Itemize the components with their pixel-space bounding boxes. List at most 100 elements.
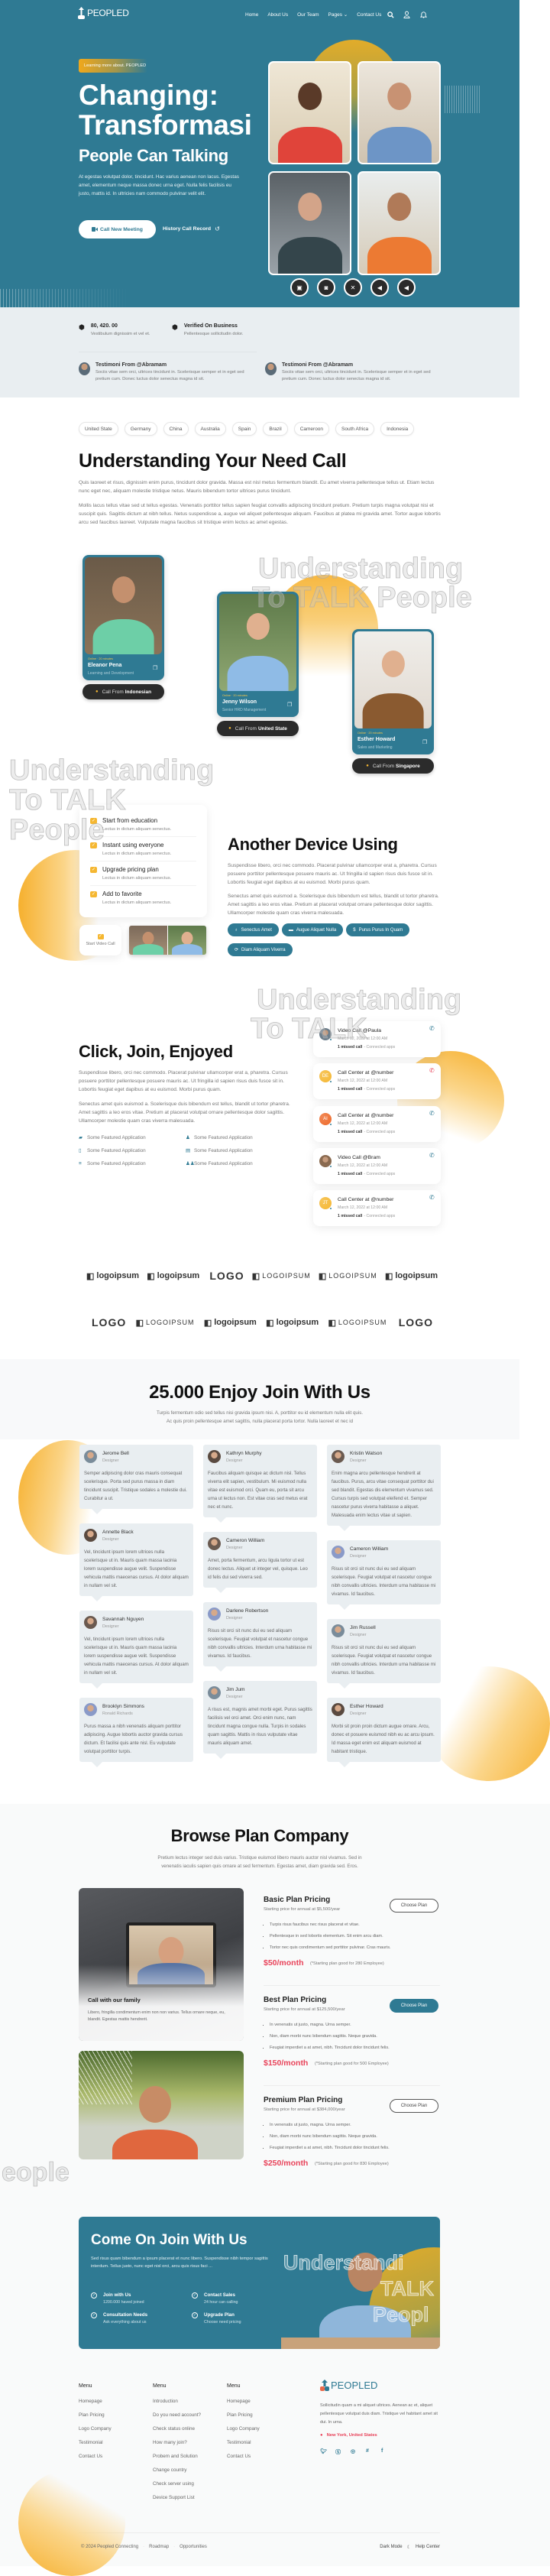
volume-button[interactable]: ◀ xyxy=(370,278,389,297)
call-from-pill[interactable]: ● Call From Singapore xyxy=(352,758,434,774)
roadmap-link[interactable]: Roadmap xyxy=(149,2545,169,2549)
country-chip[interactable]: Australia xyxy=(194,422,226,436)
country-chip[interactable]: Brazil xyxy=(263,422,288,436)
camera-button[interactable]: ◙ xyxy=(317,278,335,297)
footer-link[interactable]: Contact Us xyxy=(227,2454,301,2459)
start-video-call-button[interactable]: ✓ Start Video Call xyxy=(79,925,121,955)
footer-link[interactable]: Introduction xyxy=(153,2399,227,2404)
phone-icon[interactable]: ✆ xyxy=(429,1110,435,1117)
choose-plan-button[interactable]: Choose Plan xyxy=(390,2099,438,2113)
phone-icon[interactable]: ✆ xyxy=(429,1025,435,1032)
logo-mark-icon: ◧ xyxy=(135,1318,144,1328)
microphone-icon: ● xyxy=(95,689,99,694)
country-chip[interactable]: South Africa xyxy=(335,422,375,436)
nav-our-team[interactable]: Our Team xyxy=(297,12,319,18)
profile-card[interactable]: Online · 20 minutes Jenny Wilson Senior HR… xyxy=(217,592,299,717)
bell-icon[interactable] xyxy=(420,11,428,18)
call-history-card[interactable]: Video Call @Paula March 12, 2022 at 12:00… xyxy=(313,1021,441,1057)
video-participant-1[interactable] xyxy=(268,61,351,164)
profile-card[interactable]: Online · 20 minutes Esther Howard Sales an… xyxy=(352,629,434,754)
footer-link[interactable]: Testimonial xyxy=(79,2440,153,2445)
call-from-pill[interactable]: ● Call From Indonesian xyxy=(82,684,164,699)
profile-card[interactable]: Online · 20 minutes Eleanor Pena Learning … xyxy=(82,555,164,680)
copy-icon[interactable]: ❐ xyxy=(422,739,427,745)
country-chip[interactable]: Cameroon xyxy=(293,422,330,436)
instagram-icon[interactable]: ◎ xyxy=(351,2448,356,2456)
volume-mute-button[interactable]: ◀ xyxy=(397,278,416,297)
device-tag-button[interactable]: ⟳ Diam Aliquam Viverra xyxy=(228,943,293,956)
help-center-link[interactable]: Help Center xyxy=(416,2545,440,2550)
plan-image-hammock[interactable] xyxy=(79,2051,244,2159)
user-icon[interactable] xyxy=(403,11,410,18)
footer-link[interactable]: Homepage xyxy=(227,2399,301,2404)
footer-link[interactable]: Do you need account? xyxy=(153,2412,227,2418)
opportunities-link[interactable]: Opportunities xyxy=(180,2545,207,2549)
call-history-card[interactable]: DE Call Center at @number March 12, 2022 a… xyxy=(313,1063,441,1099)
mute-mic-button[interactable]: ✕ xyxy=(344,278,362,297)
device-tag-button[interactable]: $ Purus Purus In Quam xyxy=(346,923,410,936)
video-participant-3[interactable] xyxy=(268,171,351,275)
footer-location[interactable]: ● New York, United States xyxy=(320,2433,377,2438)
logo-mark-icon: ◧ xyxy=(384,1271,393,1281)
device-tag-button[interactable]: ♁ Senectus Amet xyxy=(228,923,279,936)
country-chip[interactable]: United State xyxy=(79,422,118,436)
stats-band xyxy=(0,307,519,397)
plan-image-family-call[interactable]: Call with our family Libero, fringilla c… xyxy=(79,1888,244,2041)
footer-link[interactable]: Logo Company xyxy=(227,2426,301,2432)
history-call-record-link[interactable]: History Call Record ↺ xyxy=(163,225,220,232)
nav-home[interactable]: Home xyxy=(245,12,258,18)
footer-link[interactable]: Plan Pricing xyxy=(227,2412,301,2418)
footer-link[interactable]: Testimonial xyxy=(227,2440,301,2445)
footer-link[interactable]: Change country xyxy=(153,2467,227,2473)
nav-contact-us[interactable]: Contact Us xyxy=(357,12,381,18)
cta-title: Come On Join With Us xyxy=(91,2232,247,2248)
footer-link[interactable]: Check status online xyxy=(153,2426,227,2432)
footer-link[interactable]: Probem and Solution xyxy=(153,2454,227,2459)
phone-icon[interactable]: ✆ xyxy=(429,1152,435,1159)
search-icon[interactable] xyxy=(387,11,394,18)
phone-icon[interactable]: ✆ xyxy=(429,1194,435,1201)
stat-value: Verified On Business xyxy=(183,323,238,329)
brand-logo[interactable]: PEOPLED xyxy=(78,7,129,19)
nav-pages[interactable]: Pages ⌄ xyxy=(328,11,348,18)
video-participant-4[interactable] xyxy=(358,171,441,275)
phone-icon[interactable]: ✆ xyxy=(429,1067,435,1074)
footer-link[interactable]: Contact Us xyxy=(79,2454,153,2459)
copy-icon[interactable]: ❐ xyxy=(153,665,157,671)
twitter-icon[interactable]: 🐦︎ xyxy=(320,2448,327,2456)
footer-link[interactable]: How many join? xyxy=(153,2440,227,2445)
avatar xyxy=(208,1608,221,1621)
bottle-icon: ♁ xyxy=(235,927,238,933)
author-name: Brooklyn Simmons xyxy=(102,1703,144,1709)
nav-about-us[interactable]: About Us xyxy=(267,12,288,18)
footer-link[interactable]: Device Support List xyxy=(153,2495,227,2500)
testimonial-header: Jim Russell Designer xyxy=(332,1624,436,1637)
country-chip[interactable]: Spain xyxy=(231,422,257,436)
footer-brand[interactable]: PEOPLED xyxy=(320,2380,377,2391)
skype-icon[interactable]: Ⓢ xyxy=(335,2448,341,2456)
footer-link[interactable]: Logo Company xyxy=(79,2426,153,2432)
country-chip[interactable]: Indonesia xyxy=(380,422,415,436)
country-chip[interactable]: China xyxy=(163,422,189,436)
call-new-meeting-button[interactable]: Call New Meeting xyxy=(79,220,156,238)
video-participant-2[interactable] xyxy=(358,61,441,164)
image-button[interactable]: ▣ xyxy=(290,278,309,297)
slack-icon[interactable]: # xyxy=(366,2448,371,2456)
facebook-icon[interactable]: f xyxy=(381,2448,387,2456)
footer-link[interactable]: Check server using xyxy=(153,2481,227,2487)
copy-icon[interactable]: ❐ xyxy=(287,702,292,708)
footer-link[interactable]: Plan Pricing xyxy=(79,2412,153,2418)
cta-feature-text: Ask everything about us xyxy=(103,2320,147,2325)
call-history-card[interactable]: Video Call @Bram March 12, 2022 at 12:00 … xyxy=(313,1148,441,1184)
call-from-pill[interactable]: ● Call From United State xyxy=(217,721,299,736)
choose-plan-button[interactable]: Choose Plan xyxy=(390,1999,438,2013)
dark-mode-toggle[interactable]: Dark Mode xyxy=(380,2545,402,2550)
device-tag-button[interactable]: ▬ Augue Aliquet Nulla xyxy=(281,923,344,936)
video-preview[interactable] xyxy=(129,926,206,955)
footer-link[interactable]: Homepage xyxy=(79,2399,153,2404)
call-history-card[interactable]: AI Call Center at @number March 12, 2022 a… xyxy=(313,1106,441,1142)
choose-plan-button[interactable]: Choose Plan xyxy=(390,1899,438,1913)
call-history-card[interactable]: JT Call Center at @number March 12, 2022 a… xyxy=(313,1190,441,1226)
moon-icon[interactable]: ☾ xyxy=(407,2545,411,2550)
country-chip[interactable]: Germany xyxy=(124,422,157,436)
